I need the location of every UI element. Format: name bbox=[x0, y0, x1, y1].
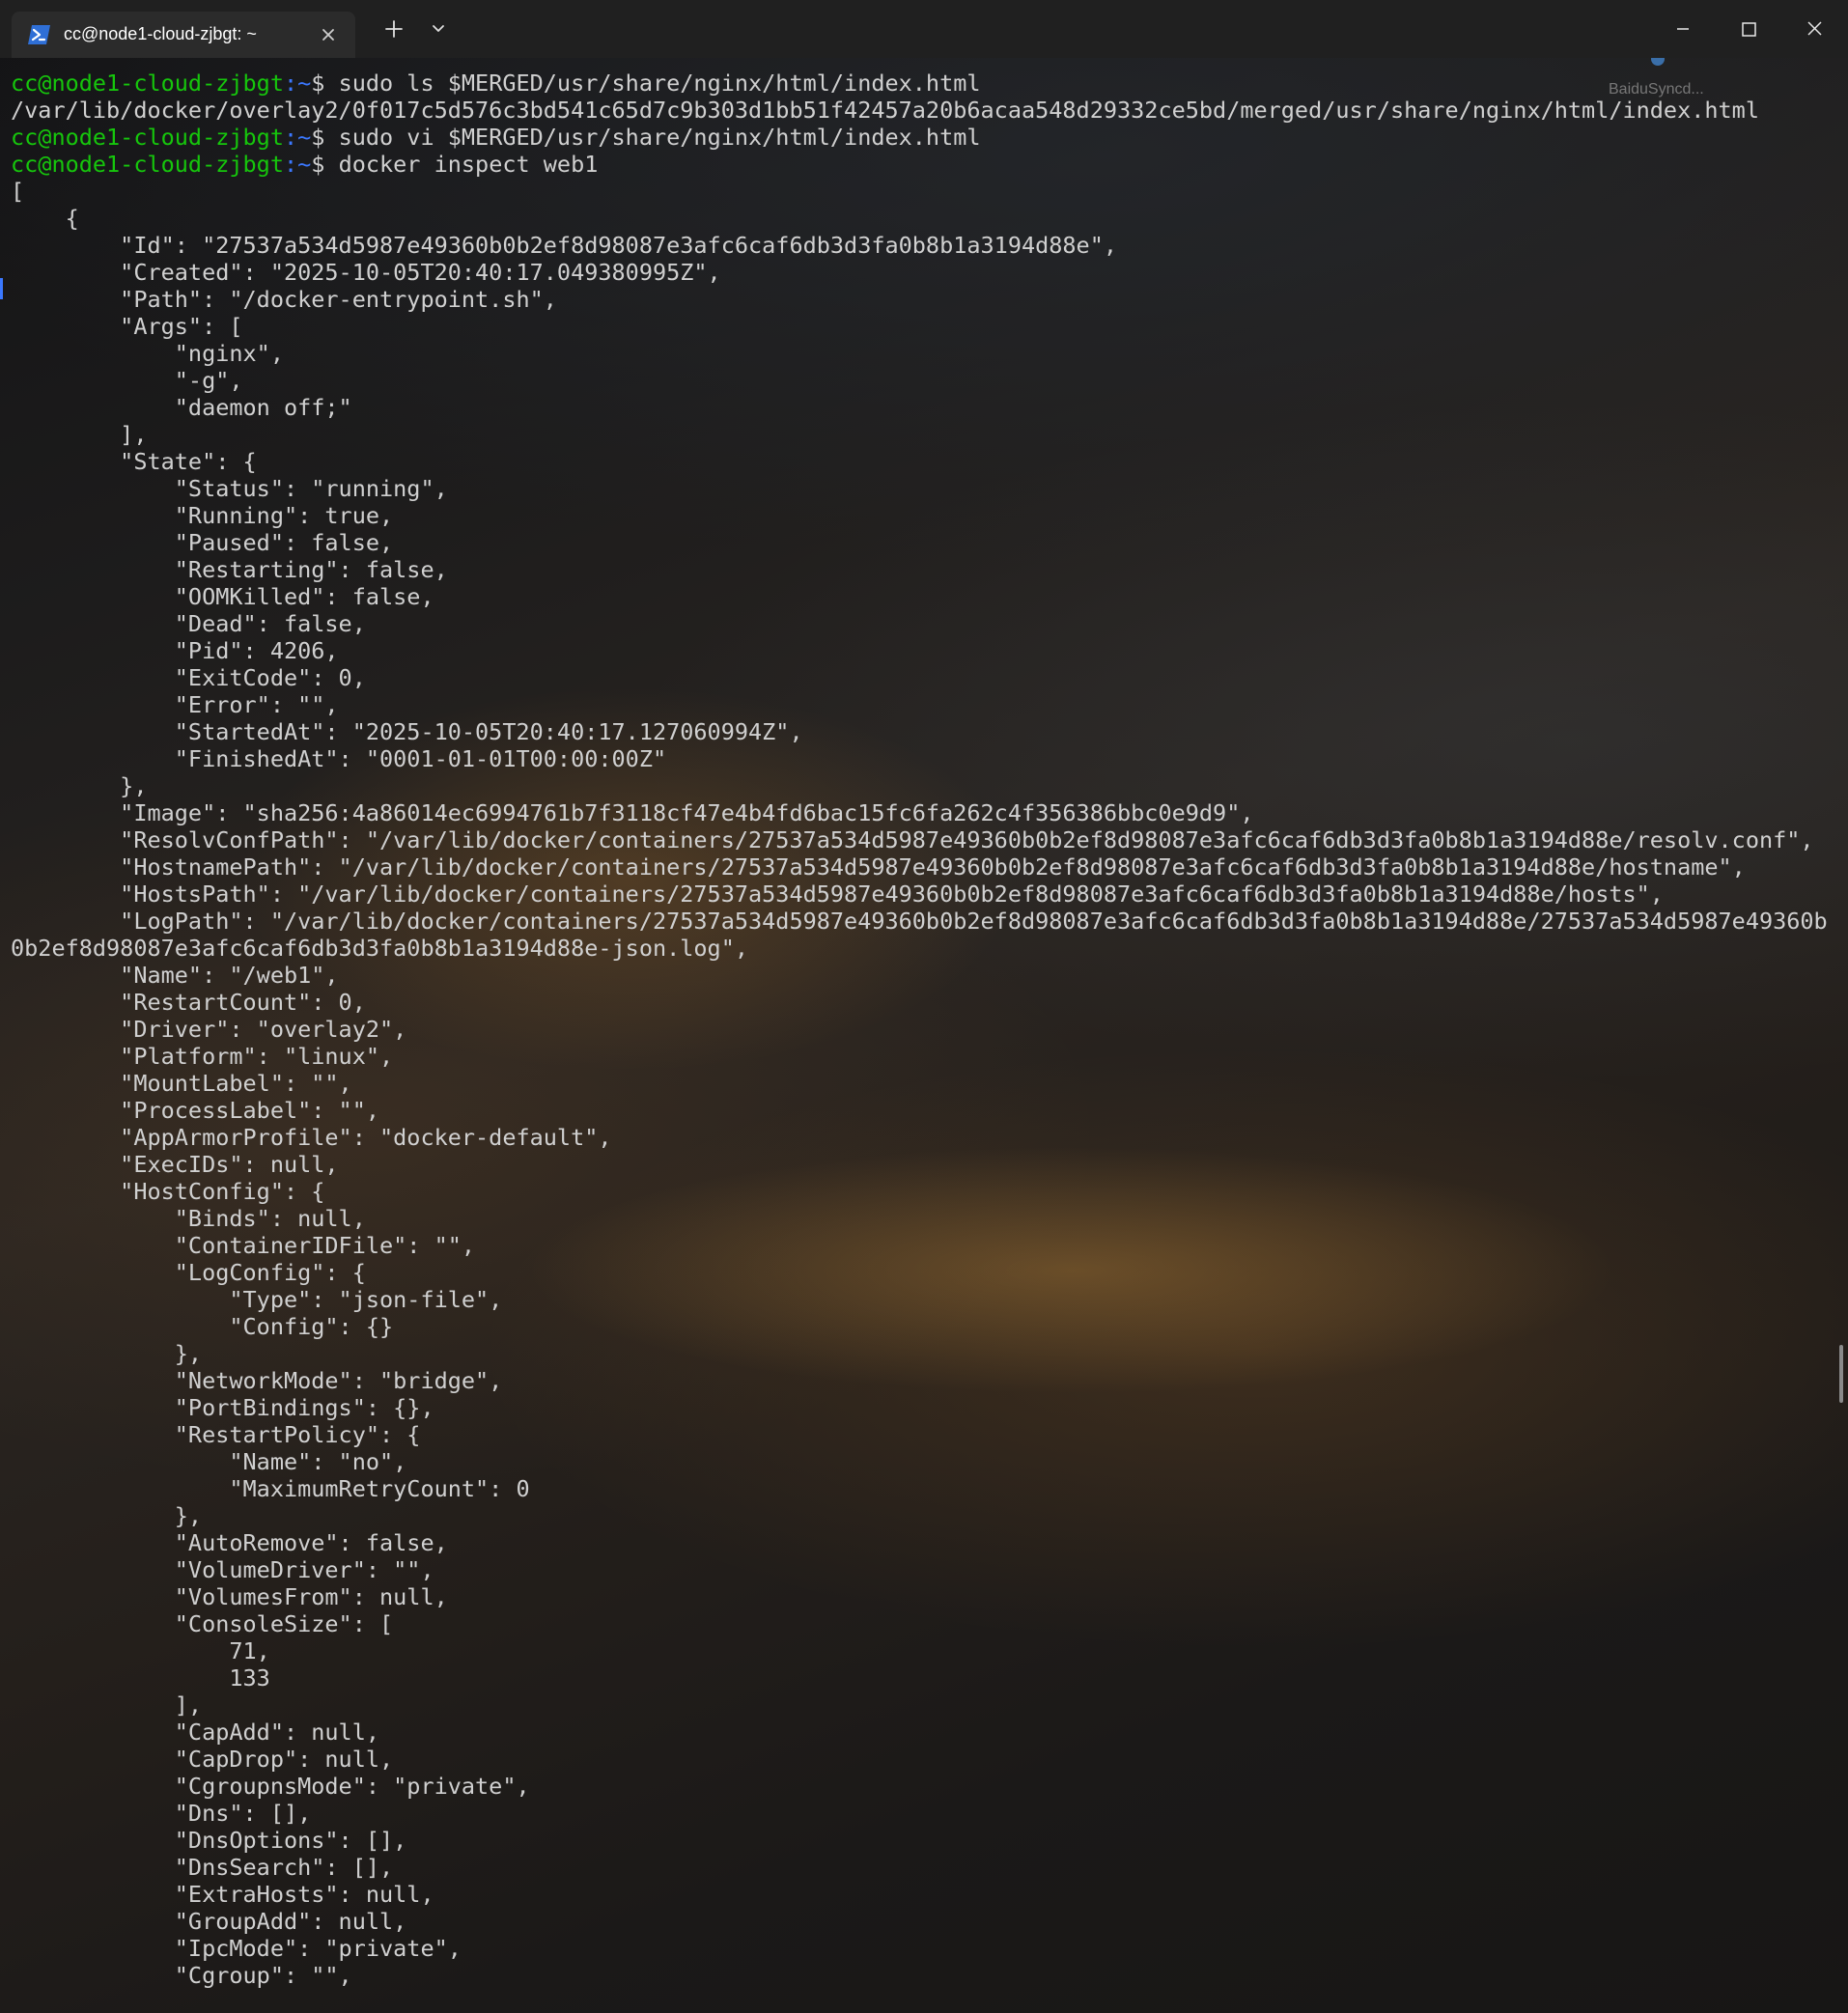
prompt-user-host: cc@node1-cloud-zjbgt bbox=[11, 124, 284, 151]
output-line: "AutoRemove": false, bbox=[11, 1529, 448, 1556]
output-line: "Running": true, bbox=[11, 502, 394, 529]
output-line: "CapDrop": null, bbox=[11, 1746, 394, 1773]
output-line: "Id": "27537a534d5987e49360b0b2ef8d98087… bbox=[11, 232, 1118, 259]
tab-title: cc@node1-cloud-zjbgt: ~ bbox=[64, 24, 257, 43]
prompt-symbol: $ bbox=[311, 151, 339, 178]
terminal-lines: cc@node1-cloud-zjbgt:~$ sudo ls $MERGED/… bbox=[11, 70, 1828, 1989]
output-line: "Dns": [], bbox=[11, 1800, 312, 1827]
output-line: "Driver": "overlay2", bbox=[11, 1016, 407, 1043]
output-line: "CapAdd": null, bbox=[11, 1719, 380, 1746]
output-line: "GroupAdd": null, bbox=[11, 1908, 407, 1935]
output-line: "Created": "2025-10-05T20:40:17.04938099… bbox=[11, 259, 721, 286]
sync-status-dot bbox=[1651, 58, 1665, 66]
scrollbar-thumb[interactable] bbox=[1839, 1345, 1843, 1403]
output-line: "IpcMode": "private", bbox=[11, 1935, 462, 1962]
output-line: { bbox=[11, 205, 79, 232]
output-line: "Name": "no", bbox=[11, 1448, 407, 1475]
prompt-path: :~ bbox=[283, 151, 312, 178]
output-line: "DnsOptions": [], bbox=[11, 1827, 407, 1854]
output-line: /var/lib/docker/overlay2/0f017c5d576c3bd… bbox=[11, 97, 1759, 124]
output-line: "Dead": false, bbox=[11, 610, 366, 637]
output-line: "nginx", bbox=[11, 340, 284, 367]
output-line: "LogConfig": { bbox=[11, 1259, 366, 1286]
terminal-tab[interactable]: cc@node1-cloud-zjbgt: ~ bbox=[12, 12, 355, 58]
output-line: "ResolvConfPath": "/var/lib/docker/conta… bbox=[11, 826, 1814, 853]
output-line: }, bbox=[11, 1502, 203, 1529]
prompt-symbol: $ bbox=[311, 124, 339, 151]
maximize-button[interactable] bbox=[1717, 0, 1780, 58]
output-line: "HostnamePath": "/var/lib/docker/contain… bbox=[11, 853, 1746, 881]
output-line: ], bbox=[11, 421, 148, 448]
output-line: "Status": "running", bbox=[11, 475, 448, 502]
output-line: "FinishedAt": "0001-01-01T00:00:00Z" bbox=[11, 745, 667, 772]
output-line: "CgroupnsMode": "private", bbox=[11, 1773, 530, 1800]
close-window-button[interactable] bbox=[1782, 0, 1846, 58]
output-line: "daemon off;" bbox=[11, 394, 352, 421]
output-line: "DnsSearch": [], bbox=[11, 1854, 394, 1881]
command-line: cc@node1-cloud-zjbgt:~$ docker inspect w… bbox=[11, 151, 1828, 178]
new-tab-button[interactable] bbox=[378, 14, 409, 44]
output-line: "LogPath": "/var/lib/docker/containers/2… bbox=[11, 908, 1828, 935]
prompt-path: :~ bbox=[283, 124, 312, 151]
output-line: "Image": "sha256:4a86014ec6994761b7f3118… bbox=[11, 799, 1254, 826]
output-line: 71, bbox=[11, 1637, 270, 1664]
command-text: sudo ls $MERGED/usr/share/nginx/html/ind… bbox=[338, 70, 981, 97]
output-line: [ bbox=[11, 178, 25, 205]
prompt-user-host: cc@node1-cloud-zjbgt bbox=[11, 70, 284, 97]
output-line: "VolumeDriver": "", bbox=[11, 1556, 434, 1583]
close-tab-icon[interactable] bbox=[313, 19, 344, 50]
output-line: "Platform": "linux", bbox=[11, 1043, 394, 1070]
output-line: "Path": "/docker-entrypoint.sh", bbox=[11, 286, 557, 313]
output-line: "Cgroup": "", bbox=[11, 1962, 352, 1989]
command-line: cc@node1-cloud-zjbgt:~$ sudo ls $MERGED/… bbox=[11, 70, 1828, 97]
command-text: sudo vi $MERGED/usr/share/nginx/html/ind… bbox=[338, 124, 981, 151]
output-line: "ExecIDs": null, bbox=[11, 1151, 339, 1178]
output-line: "RestartPolicy": { bbox=[11, 1421, 421, 1448]
output-line: "Config": {} bbox=[11, 1313, 394, 1340]
output-line: "MaximumRetryCount": 0 bbox=[11, 1475, 530, 1502]
prompt-user-host: cc@node1-cloud-zjbgt bbox=[11, 151, 284, 178]
output-line: "Name": "/web1", bbox=[11, 962, 339, 989]
output-line: "PortBindings": {}, bbox=[11, 1394, 434, 1421]
scroll-mark-indicator bbox=[0, 278, 3, 299]
output-line: "Pid": 4206, bbox=[11, 637, 339, 664]
output-line: "Args": [ bbox=[11, 313, 243, 340]
output-line: }, bbox=[11, 1340, 203, 1367]
output-line: "Restarting": false, bbox=[11, 556, 448, 583]
output-line: }, bbox=[11, 772, 148, 799]
output-line: "NetworkMode": "bridge", bbox=[11, 1367, 503, 1394]
terminal-output-area[interactable]: BaiduSyncd... cc@node1-cloud-zjbgt:~$ su… bbox=[0, 58, 1848, 2013]
output-line: "Paused": false, bbox=[11, 529, 394, 556]
command-line: cc@node1-cloud-zjbgt:~$ sudo vi $MERGED/… bbox=[11, 124, 1828, 151]
powershell-icon bbox=[28, 25, 50, 44]
output-line: "ProcessLabel": "", bbox=[11, 1097, 380, 1124]
output-line: "ExtraHosts": null, bbox=[11, 1881, 434, 1908]
prompt-symbol: $ bbox=[311, 70, 339, 97]
minimize-button[interactable] bbox=[1651, 0, 1715, 58]
output-line: "ExitCode": 0, bbox=[11, 664, 366, 691]
output-line: "VolumesFrom": null, bbox=[11, 1583, 448, 1610]
output-line: 0b2ef8d98087e3afc6caf6db3d3fa0b8b1a3194d… bbox=[11, 935, 749, 962]
chevron-down-icon[interactable] bbox=[423, 14, 454, 44]
output-line: "Type": "json-file", bbox=[11, 1286, 503, 1313]
output-line: "StartedAt": "2025-10-05T20:40:17.127060… bbox=[11, 718, 803, 745]
output-line: "MountLabel": "", bbox=[11, 1070, 352, 1097]
output-line: "-g", bbox=[11, 367, 243, 394]
command-text: docker inspect web1 bbox=[338, 151, 599, 178]
output-line: ], bbox=[11, 1691, 203, 1719]
output-line: "ContainerIDFile": "", bbox=[11, 1232, 476, 1259]
output-line: "AppArmorProfile": "docker-default", bbox=[11, 1124, 612, 1151]
output-line: "OOMKilled": false, bbox=[11, 583, 434, 610]
output-line: "Binds": null, bbox=[11, 1205, 366, 1232]
output-line: "Error": "", bbox=[11, 691, 339, 718]
title-bar: cc@node1-cloud-zjbgt: ~ bbox=[0, 0, 1848, 59]
output-line: "HostConfig": { bbox=[11, 1178, 325, 1205]
prompt-path: :~ bbox=[283, 70, 312, 97]
output-line: 133 bbox=[11, 1664, 270, 1691]
output-line: "HostsPath": "/var/lib/docker/containers… bbox=[11, 881, 1664, 908]
output-line: "State": { bbox=[11, 448, 257, 475]
output-line: "ConsoleSize": [ bbox=[11, 1610, 394, 1637]
output-line: "RestartCount": 0, bbox=[11, 989, 366, 1016]
